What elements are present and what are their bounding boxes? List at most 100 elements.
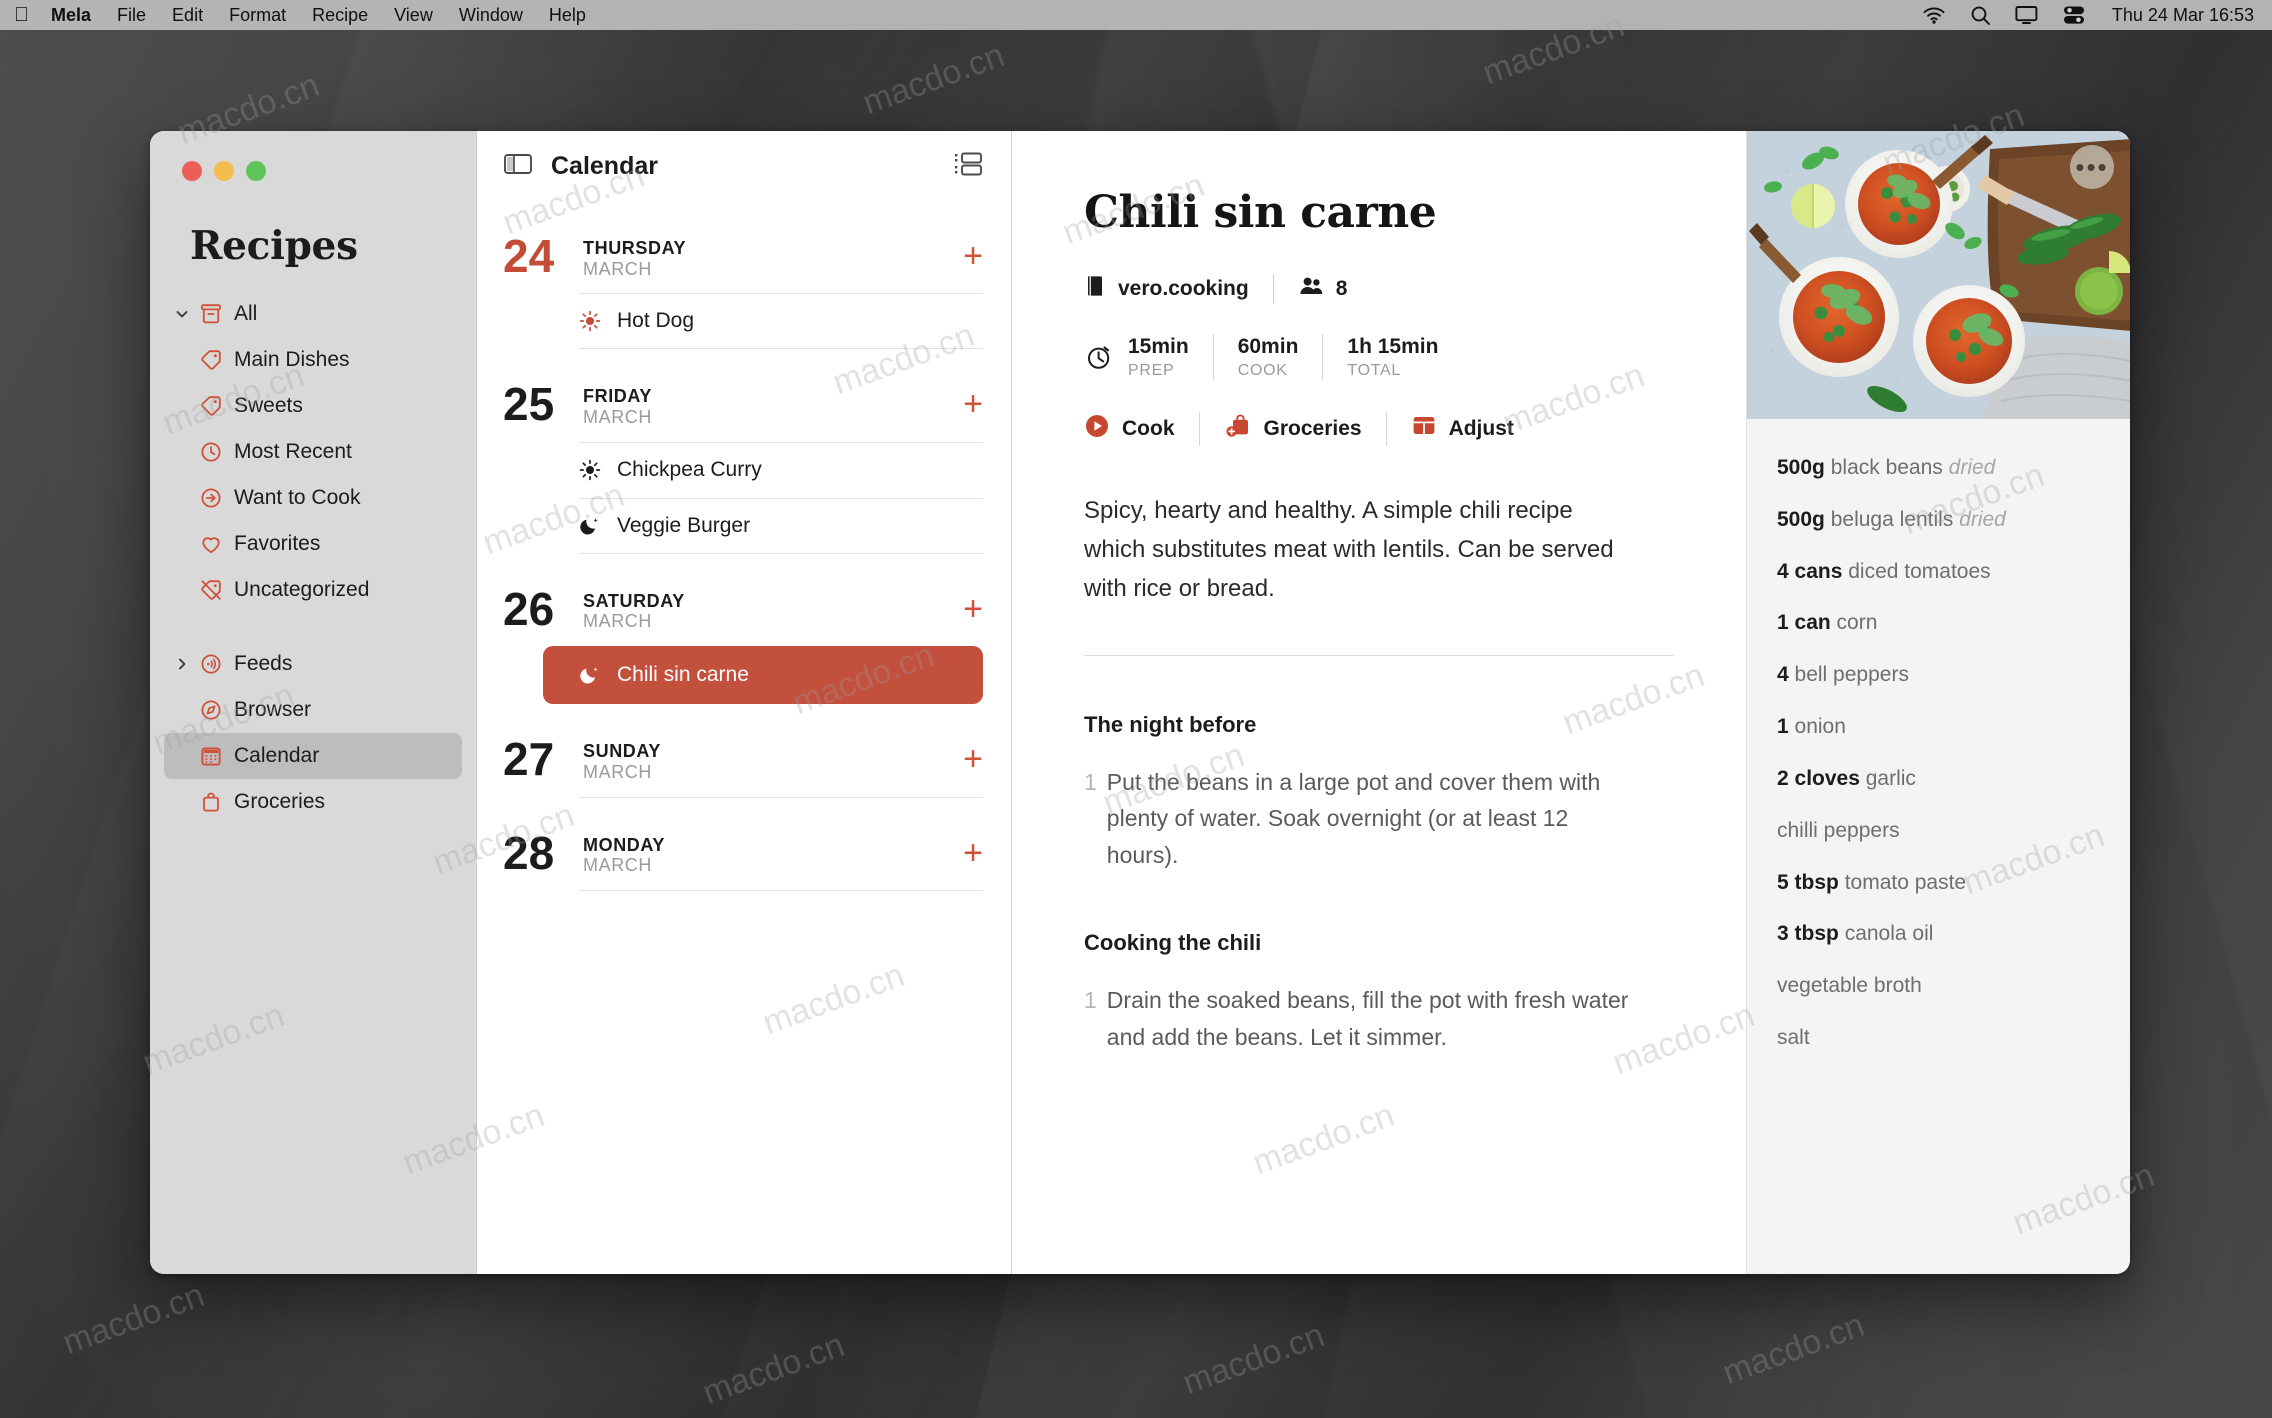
sidebar-toggle-icon[interactable] — [503, 152, 533, 181]
add-meal-button[interactable]: + — [963, 738, 983, 776]
ingredient-row[interactable]: 500g beluga lentils dried — [1777, 505, 2100, 535]
ingredient-row[interactable]: 5 tbsp tomato paste — [1777, 868, 2100, 898]
zoom-button[interactable] — [246, 161, 266, 181]
calendar-list-header: Calendar — [477, 131, 1011, 201]
wifi-icon[interactable] — [1922, 6, 1946, 24]
sidebar: Recipes All Main Dishes Sweets Most Rece… — [150, 131, 476, 1274]
meal-row[interactable]: Chickpea Curry — [579, 441, 983, 498]
meal-name: Hot Dog — [617, 309, 695, 333]
recipe-source[interactable]: vero.cooking — [1084, 274, 1249, 304]
calendar-icon — [194, 744, 228, 768]
ingredient-row[interactable]: 2 cloves garlic — [1777, 764, 2100, 794]
menu-item-format[interactable]: Format — [229, 5, 286, 26]
recipe-servings-label: 8 — [1335, 277, 1348, 300]
time-total: 1h 15min TOTAL — [1347, 335, 1438, 380]
cook-button[interactable]: Cook — [1084, 413, 1175, 445]
apple-icon[interactable]:  — [14, 5, 29, 25]
ingredient-name: onion — [1794, 715, 1846, 739]
groceries-button[interactable]: Groceries — [1224, 412, 1362, 446]
menubar-clock[interactable]: Thu 24 Mar 16:53 — [2112, 5, 2254, 26]
sidebar-item-sweets[interactable]: Sweets — [164, 383, 462, 429]
ingredient-note: dried — [1948, 456, 1996, 479]
recipe-meta-row: vero.cooking 8 — [1084, 274, 1674, 304]
adjust-label: Adjust — [1448, 417, 1514, 440]
sidebar-item-label: Sweets — [234, 394, 303, 417]
chevron-down-icon[interactable] — [170, 306, 194, 322]
close-button[interactable] — [182, 161, 202, 181]
meal-row[interactable]: Veggie Burger — [579, 497, 983, 554]
day-header: 26 SATURDAY MARCH + — [503, 586, 983, 632]
recipe-detail-pane: Chili sin carne vero.cooking 8 15min PRE… — [1012, 131, 1746, 1274]
sidebar-item-calendar[interactable]: Calendar — [164, 733, 462, 779]
menu-item-file[interactable]: File — [117, 5, 146, 26]
sidebar-item-want-to-cook[interactable]: Want to Cook — [164, 475, 462, 521]
bag-icon — [194, 790, 228, 814]
time-value: 60min — [1237, 334, 1299, 358]
sidebar-item-all[interactable]: All — [164, 291, 462, 337]
sidebar-item-favorites[interactable]: Favorites — [164, 521, 462, 567]
empty-day-rule — [579, 889, 983, 891]
meal-name: Veggie Burger — [617, 513, 751, 537]
ingredients-panel: ••• 500g black beans dried 500g beluga l… — [1746, 131, 2130, 1274]
meal-list: Chickpea Curry Veggie Burger — [579, 441, 983, 554]
ingredient-name: diced tomatoes — [1848, 559, 1991, 583]
ingredient-row[interactable]: 1 onion — [1777, 712, 2100, 742]
menu-item-mela[interactable]: Mela — [51, 5, 91, 26]
sidebar-item-browser[interactable]: Browser — [164, 687, 462, 733]
ingredient-name: tomato paste — [1844, 870, 1967, 894]
sidebar-item-label: Main Dishes — [234, 348, 350, 371]
minimize-button[interactable] — [214, 161, 234, 181]
archive-box-icon — [194, 302, 228, 326]
more-dots-icon[interactable]: ••• — [2070, 145, 2114, 189]
control-center-icon[interactable] — [2062, 5, 2086, 25]
menu-item-recipe[interactable]: Recipe — [312, 5, 368, 26]
section-title: The night before — [1084, 711, 1257, 737]
screen-mirroring-icon[interactable] — [2015, 5, 2038, 25]
meal-list — [579, 796, 983, 798]
sidebar-item-most-recent[interactable]: Most Recent — [164, 429, 462, 475]
recipe-photo[interactable]: ••• — [1747, 131, 2130, 419]
add-meal-button[interactable]: + — [963, 832, 983, 870]
recipe-servings[interactable]: 8 — [1298, 275, 1348, 303]
meal-row-selected[interactable]: Chili sin carne — [543, 646, 983, 705]
mela-app-window: Recipes All Main Dishes Sweets Most Rece… — [150, 131, 2130, 1274]
ingredients-list: 500g black beans dried 500g beluga lenti… — [1747, 419, 2130, 1075]
chevron-right-icon[interactable] — [170, 656, 194, 672]
ingredient-row[interactable]: 4 cans diced tomatoes — [1777, 557, 2100, 587]
menu-item-help[interactable]: Help — [549, 5, 586, 26]
sidebar-item-feeds[interactable]: Feeds — [164, 641, 462, 687]
time-label: COOK — [1237, 361, 1288, 379]
clock-icon — [194, 440, 228, 464]
sidebar-item-label: Groceries — [234, 790, 326, 813]
ingredient-row[interactable]: 4 bell peppers — [1777, 660, 2100, 690]
ingredient-amount: 500g — [1777, 456, 1825, 479]
ingredient-row[interactable]: chilli peppers — [1777, 816, 2100, 846]
add-meal-button[interactable]: + — [963, 588, 983, 626]
ingredient-row[interactable]: salt — [1777, 1023, 2100, 1053]
ingredient-amount: 4 — [1777, 663, 1789, 687]
day-month: MARCH — [583, 855, 652, 876]
menu-item-view[interactable]: View — [394, 5, 433, 26]
menu-item-window[interactable]: Window — [459, 5, 523, 26]
ingredient-row[interactable]: vegetable broth — [1777, 971, 2100, 1001]
sidebar-item-groceries[interactable]: Groceries — [164, 779, 462, 825]
list-layout-icon[interactable] — [953, 151, 983, 182]
ingredient-amount: 1 can — [1777, 611, 1831, 635]
sidebar-item-main-dishes[interactable]: Main Dishes — [164, 337, 462, 383]
sidebar-item-label: Most Recent — [234, 440, 352, 463]
ingredient-row[interactable]: 1 can corn — [1777, 608, 2100, 638]
sidebar-item-label: All — [234, 302, 258, 325]
meal-row[interactable]: Hot Dog — [579, 293, 983, 350]
add-meal-button[interactable]: + — [963, 235, 983, 273]
meal-list: Chili sin carne — [543, 646, 983, 705]
ingredient-row[interactable]: 3 tbsp canola oil — [1777, 919, 2100, 949]
search-icon[interactable] — [1970, 5, 1991, 26]
adjust-button[interactable]: Adjust — [1411, 413, 1514, 445]
tag-slash-icon — [194, 578, 228, 602]
menu-item-edit[interactable]: Edit — [172, 5, 203, 26]
ingredient-row[interactable]: 500g black beans dried — [1777, 453, 2100, 483]
sidebar-item-uncategorized[interactable]: Uncategorized — [164, 567, 462, 613]
cook-label: Cook — [1122, 417, 1175, 440]
meal-list: Hot Dog — [579, 293, 983, 350]
add-meal-button[interactable]: + — [963, 383, 983, 421]
